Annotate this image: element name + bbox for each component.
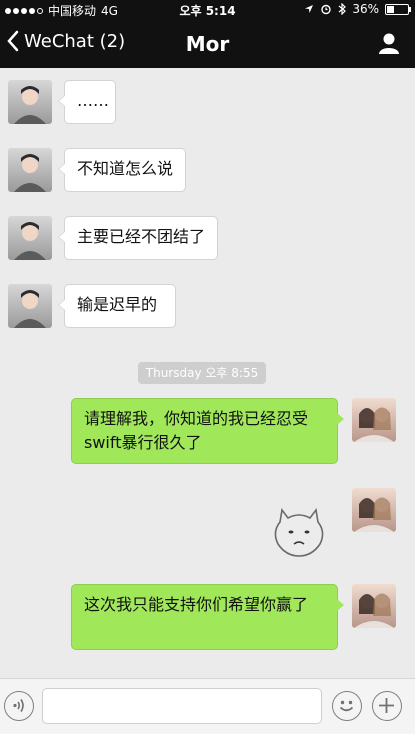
- plus-icon: [379, 698, 394, 713]
- emoji-button[interactable]: [332, 691, 362, 721]
- user-avatar[interactable]: [352, 488, 396, 532]
- message-input-bar: [0, 678, 415, 734]
- status-right: 36%: [304, 2, 411, 16]
- contact-avatar[interactable]: [8, 148, 52, 192]
- incoming-message[interactable]: 输是迟早的: [58, 284, 176, 328]
- add-attachment-button[interactable]: [372, 691, 402, 721]
- user-avatar[interactable]: [352, 584, 396, 628]
- message-timestamp: Thursday 오후 8:55: [138, 362, 266, 384]
- user-avatar[interactable]: [352, 398, 396, 442]
- sticker-image[interactable]: [270, 500, 328, 558]
- outgoing-message[interactable]: 请理解我，你知道的我已经忍受swift暴行很久了: [71, 398, 344, 464]
- battery-percent: 36%: [352, 2, 379, 16]
- bluetooth-icon: [338, 3, 347, 15]
- status-bar: 中国移动 4G 오후 5:14 36%: [0, 0, 415, 20]
- contact-avatar[interactable]: [8, 216, 52, 260]
- chat-message-list[interactable]: …… 不知道怎么说 主要已经不团结了 输是迟早的 Thursday 오후 8:5…: [0, 68, 415, 678]
- alarm-icon: [321, 4, 332, 15]
- emoji-icon: [339, 700, 354, 712]
- outgoing-message[interactable]: 这次我只能支持你们希望你赢了: [71, 584, 344, 650]
- contact-profile-icon[interactable]: [377, 31, 401, 55]
- contact-avatar[interactable]: [8, 284, 52, 328]
- battery-icon: [385, 3, 411, 15]
- chat-title: Mor: [185, 32, 230, 56]
- voice-button[interactable]: [4, 691, 34, 721]
- voice-icon: [13, 699, 24, 712]
- message-text-field[interactable]: [42, 688, 322, 724]
- incoming-message[interactable]: ……: [58, 80, 116, 124]
- incoming-message[interactable]: 主要已经不团结了: [58, 216, 218, 260]
- nav-bar: WeChat (2) Mor: [0, 20, 415, 68]
- contact-avatar[interactable]: [8, 80, 52, 124]
- incoming-message[interactable]: 不知道怎么说: [58, 148, 186, 192]
- location-arrow-icon: [305, 5, 314, 13]
